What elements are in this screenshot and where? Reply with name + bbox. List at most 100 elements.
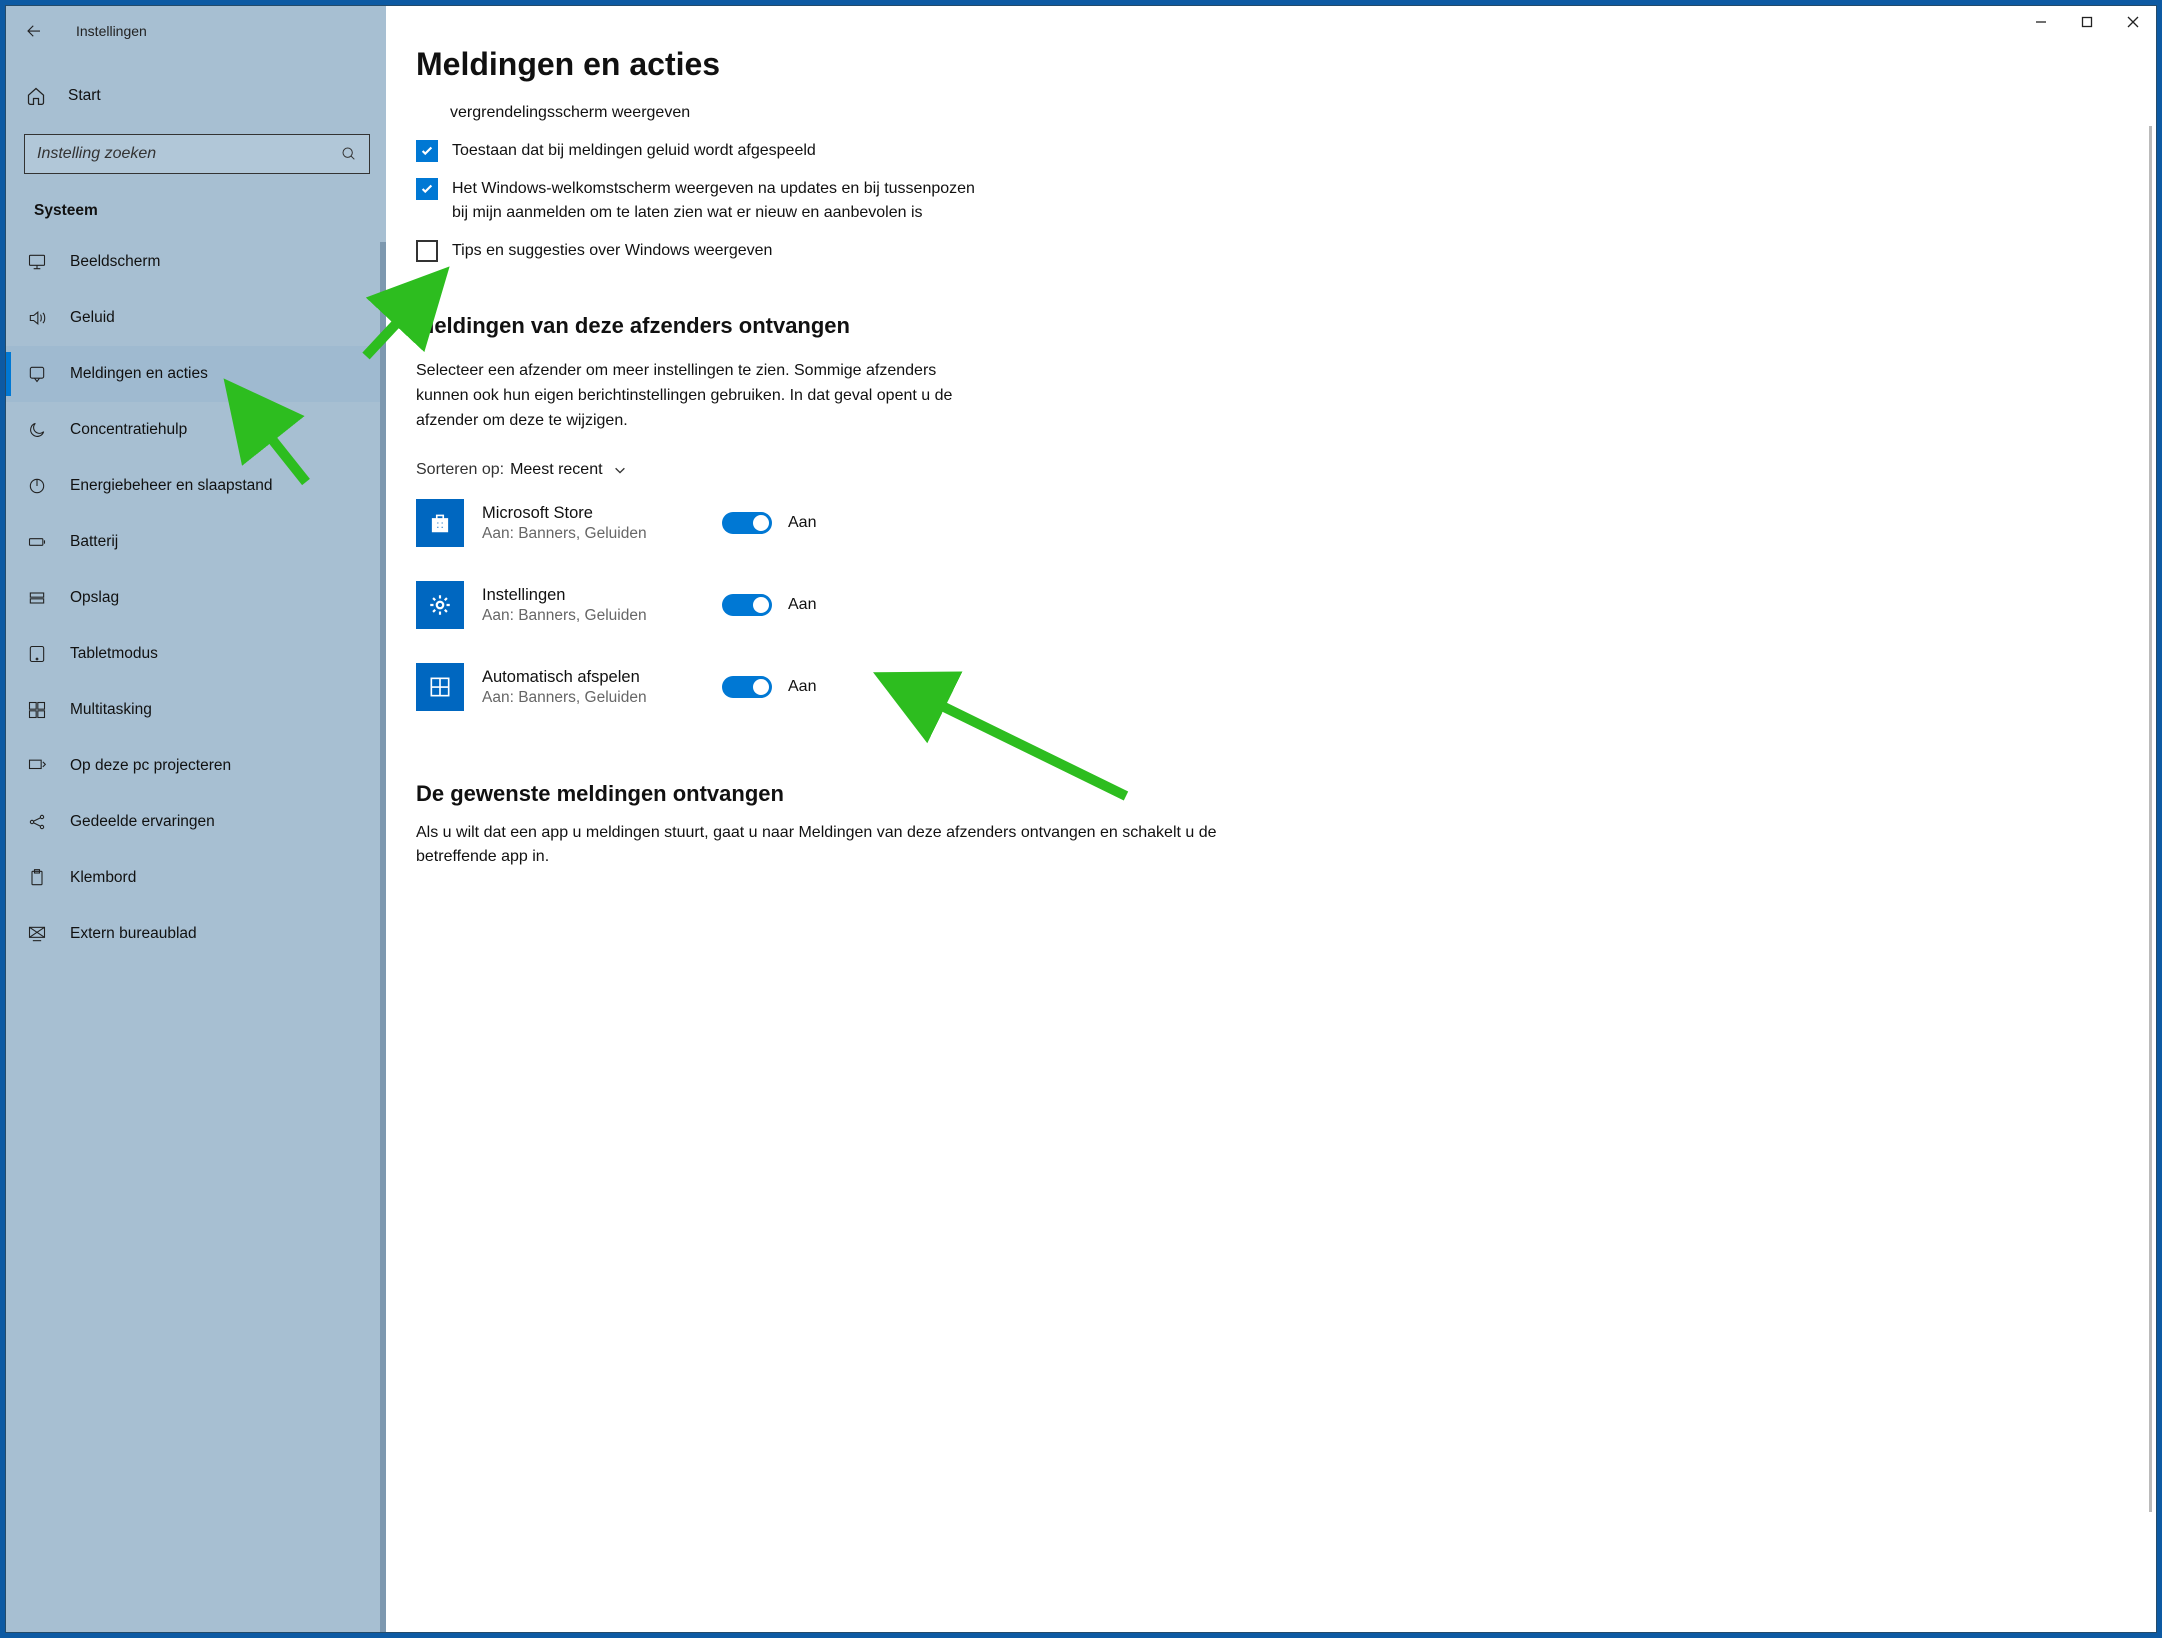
back-arrow-icon — [25, 22, 43, 40]
sender-toggle-state: Aan — [788, 596, 816, 614]
gear-icon — [416, 581, 464, 629]
battery-icon — [26, 531, 48, 553]
sender-toggle-state: Aan — [788, 678, 816, 696]
checkbox[interactable] — [416, 140, 438, 162]
search-input[interactable] — [37, 145, 341, 163]
sender-toggle-state: Aan — [788, 514, 816, 532]
notify-icon — [26, 363, 48, 385]
content-scrollbar[interactable] — [2149, 126, 2152, 1512]
nav-label: Batterij — [70, 533, 118, 551]
project-icon — [26, 755, 48, 777]
checkbox[interactable] — [416, 240, 438, 262]
sender-title: Microsoft Store — [482, 504, 722, 523]
checkbox-row: vergrendelingsscherm weergeven — [450, 101, 1010, 125]
sidebar: Instellingen Start Systeem Beeldscherm Ge… — [6, 6, 386, 1632]
desired-heading: De gewenste meldingen ontvangen — [416, 781, 2156, 807]
page-title: Meldingen en acties — [416, 46, 2156, 83]
sidebar-item-notify[interactable]: Meldingen en acties — [6, 346, 386, 402]
sidebar-item-display[interactable]: Beeldscherm — [6, 234, 386, 290]
home-icon — [26, 86, 46, 106]
sidebar-header: Instellingen — [6, 6, 386, 56]
sender-title: Instellingen — [482, 586, 722, 605]
nav-label: Gedeelde ervaringen — [70, 813, 215, 831]
display-icon — [26, 251, 48, 273]
checkbox-row: Tips en suggesties over Windows weergeve… — [416, 239, 976, 263]
senders-heading: Meldingen van deze afzenders ontvangen — [416, 313, 2156, 339]
search-box[interactable] — [24, 134, 370, 174]
nav-label: Energiebeheer en slaapstand — [70, 477, 273, 495]
moon-icon — [26, 419, 48, 441]
remote-icon — [26, 923, 48, 945]
sender-text: Microsoft Store Aan: Banners, Geluiden — [482, 504, 722, 543]
sidebar-section-label: Systeem — [34, 202, 386, 220]
app-title: Instellingen — [76, 23, 147, 39]
nav-label: Beeldscherm — [70, 253, 160, 271]
sort-value: Meest recent — [510, 461, 602, 479]
nav-label: Klembord — [70, 869, 136, 887]
checkbox[interactable] — [416, 178, 438, 200]
sender-title: Automatisch afspelen — [482, 668, 722, 687]
checkbox-row: Het Windows-welkomstscherm weergeven na … — [416, 177, 976, 225]
nav-label: Multitasking — [70, 701, 152, 719]
sound-icon — [26, 307, 48, 329]
main-panel: Meldingen en acties vergrendelingsscherm… — [386, 6, 2156, 1632]
storage-icon — [26, 587, 48, 609]
multi-icon — [26, 699, 48, 721]
power-icon — [26, 475, 48, 497]
senders-list: Microsoft Store Aan: Banners, Geluiden Aan… — [416, 499, 2156, 711]
checkbox-label: Tips en suggesties over Windows weergeve… — [452, 239, 772, 263]
sidebar-item-multi[interactable]: Multitasking — [6, 682, 386, 738]
sidebar-item-clipboard[interactable]: Klembord — [6, 850, 386, 906]
nav-label: Extern bureaublad — [70, 925, 197, 943]
sender-text: Automatisch afspelen Aan: Banners, Geluid… — [482, 668, 722, 707]
checkbox-label: vergrendelingsscherm weergeven — [450, 101, 690, 125]
checkbox-label: Het Windows-welkomstscherm weergeven na … — [452, 177, 976, 225]
chevron-down-icon — [613, 463, 627, 477]
sort-dropdown[interactable]: Sorteren op: Meest recent — [416, 461, 2156, 479]
nav-label: Op deze pc projecteren — [70, 757, 231, 775]
sender-toggle[interactable] — [722, 676, 772, 698]
notification-checkboxes: vergrendelingsscherm weergeven Toestaan d… — [416, 101, 2156, 263]
home-button[interactable]: Start — [6, 72, 386, 120]
store-icon — [416, 499, 464, 547]
search-container — [24, 134, 370, 174]
sender-row[interactable]: Automatisch afspelen Aan: Banners, Geluid… — [416, 663, 2156, 711]
settings-window: Instellingen Start Systeem Beeldscherm Ge… — [5, 5, 2157, 1633]
checkbox-label: Toestaan dat bij meldingen geluid wordt … — [452, 139, 816, 163]
sidebar-item-power[interactable]: Energiebeheer en slaapstand — [6, 458, 386, 514]
content: Meldingen en acties vergrendelingsscherm… — [386, 6, 2156, 1632]
sidebar-item-remote[interactable]: Extern bureaublad — [6, 906, 386, 962]
nav-label: Opslag — [70, 589, 119, 607]
autoplay-icon — [416, 663, 464, 711]
sort-label: Sorteren op: — [416, 461, 504, 479]
sidebar-item-project[interactable]: Op deze pc projecteren — [6, 738, 386, 794]
nav-list: Beeldscherm Geluid Meldingen en acties Conc… — [6, 234, 386, 962]
nav-label: Meldingen en acties — [70, 365, 208, 383]
sidebar-item-sound[interactable]: Geluid — [6, 290, 386, 346]
nav-label: Concentratiehulp — [70, 421, 187, 439]
nav-label: Tabletmodus — [70, 645, 158, 663]
checkbox-row: Toestaan dat bij meldingen geluid wordt … — [416, 139, 976, 163]
sender-subtitle: Aan: Banners, Geluiden — [482, 689, 722, 707]
sender-subtitle: Aan: Banners, Geluiden — [482, 525, 722, 543]
home-label: Start — [68, 87, 101, 105]
senders-description: Selecteer een afzender om meer instellin… — [416, 359, 976, 433]
sidebar-item-storage[interactable]: Opslag — [6, 570, 386, 626]
sidebar-item-moon[interactable]: Concentratiehulp — [6, 402, 386, 458]
sender-subtitle: Aan: Banners, Geluiden — [482, 607, 722, 625]
search-icon — [341, 146, 357, 162]
sidebar-item-tablet[interactable]: Tabletmodus — [6, 626, 386, 682]
nav-label: Geluid — [70, 309, 115, 327]
desired-description: Als u wilt dat een app u meldingen stuur… — [416, 821, 1286, 869]
clipboard-icon — [26, 867, 48, 889]
sender-toggle[interactable] — [722, 512, 772, 534]
sidebar-item-share[interactable]: Gedeelde ervaringen — [6, 794, 386, 850]
sender-row[interactable]: Microsoft Store Aan: Banners, Geluiden Aan — [416, 499, 2156, 547]
sidebar-item-battery[interactable]: Batterij — [6, 514, 386, 570]
share-icon — [26, 811, 48, 833]
tablet-icon — [26, 643, 48, 665]
sender-toggle[interactable] — [722, 594, 772, 616]
sender-text: Instellingen Aan: Banners, Geluiden — [482, 586, 722, 625]
sender-row[interactable]: Instellingen Aan: Banners, Geluiden Aan — [416, 581, 2156, 629]
back-button[interactable] — [12, 9, 56, 53]
